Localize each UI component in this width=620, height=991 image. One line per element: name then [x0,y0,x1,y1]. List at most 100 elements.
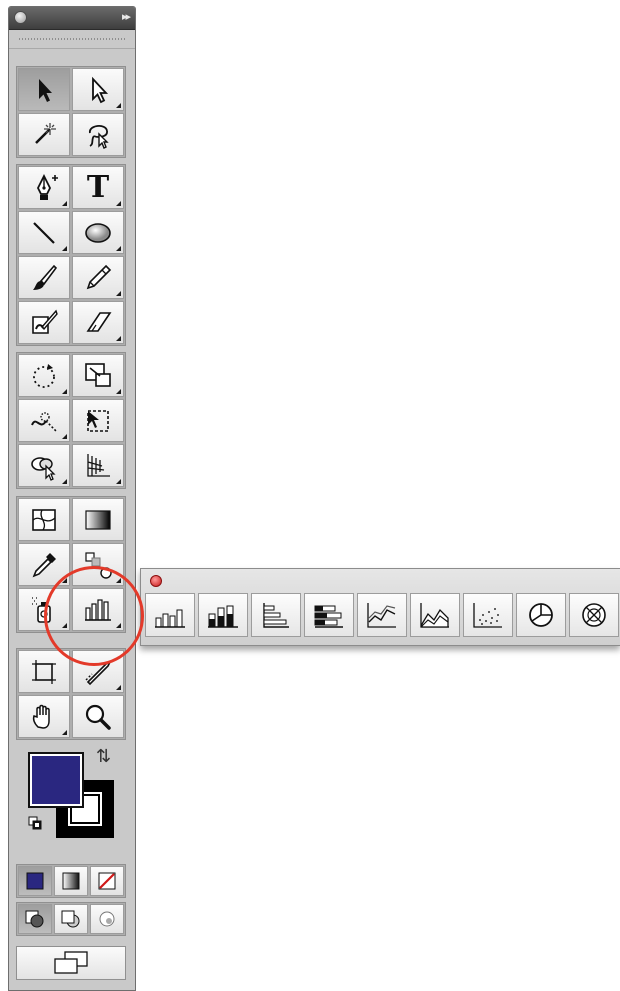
column-graph-tool-option[interactable] [145,593,195,637]
shape-builder-tool[interactable] [18,444,70,487]
gradient-icon [62,872,80,890]
free-transform-tool-icon [87,409,109,432]
free-transform-tool[interactable] [72,399,124,442]
blend-tool[interactable] [72,543,124,586]
fill-stroke-control: ⇅ [16,738,126,848]
graph-tools-flyout [140,568,620,646]
gradient-tool[interactable] [72,498,124,541]
radar-graph-icon [582,603,606,627]
ellipse-tool[interactable] [72,211,124,254]
blend-tool-icon [85,551,112,579]
blob-brush-tool-icon [32,309,58,334]
area-graph-tool-option[interactable] [410,593,460,637]
mesh-tool-icon [32,508,56,531]
line-segment-tool-icon [33,221,55,244]
fill-swatch[interactable] [28,752,84,808]
scale-tool-icon [85,362,111,387]
eyedropper-tool-icon [32,552,56,577]
column-graph-tool-icon [85,598,111,621]
tool-group-transform [16,352,126,489]
bar-graph-tool-option[interactable] [251,593,301,637]
line-graph-icon [367,603,396,628]
lasso-tool[interactable] [72,113,124,156]
draw-behind-button[interactable] [54,904,88,934]
swap-fill-stroke-icon[interactable]: ⇅ [96,746,111,767]
color-mode-bar [16,864,126,898]
slice-tool[interactable] [72,650,124,693]
expand-panel-icon[interactable]: ▸▸ [122,10,131,23]
magic-wand-tool[interactable] [18,113,70,156]
shape-builder-tool-icon [31,456,56,481]
radar-graph-tool-option[interactable] [569,593,619,637]
symbol-sprayer-tool[interactable] [18,588,70,631]
none-icon [98,872,116,890]
none-mode-button[interactable] [90,866,124,896]
selection-tool-icon [39,78,52,102]
pie-graph-tool-option[interactable] [516,593,566,637]
eraser-tool[interactable] [72,301,124,344]
hand-tool-icon [32,704,50,729]
draw-mode-bar [16,902,126,936]
screen-mode-button[interactable] [16,946,126,980]
magic-wand-tool-icon [35,122,56,144]
tool-group-drawing: T [16,164,126,346]
default-fill-stroke-icon[interactable] [28,816,42,830]
draw-inside-icon [99,911,115,927]
line-graph-tool-option[interactable] [357,593,407,637]
artboard-tool[interactable] [18,650,70,693]
draw-normal-button[interactable] [18,904,52,934]
type-tool[interactable]: T [72,166,124,209]
zoom-tool-icon [85,704,111,730]
gradient-mode-button[interactable] [54,866,88,896]
stacked-bar-graph-icon [314,605,343,628]
rotate-tool[interactable] [18,354,70,397]
slice-tool-icon [85,659,112,685]
pen-tool[interactable] [18,166,70,209]
direct-selection-tool-icon [92,76,109,103]
hand-tool[interactable] [18,695,70,738]
draw-inside-button[interactable] [90,904,124,934]
tool-group-selection [16,66,126,158]
column-graph-icon [155,609,185,628]
blob-brush-tool[interactable] [18,301,70,344]
paintbrush-tool[interactable] [18,256,70,299]
draw-behind-icon [61,910,80,928]
symbol-sprayer-tool-icon [32,596,51,623]
bar-graph-icon [263,603,289,628]
pencil-tool[interactable] [72,256,124,299]
stacked-bar-graph-tool-option[interactable] [304,593,354,637]
area-graph-icon [420,603,449,628]
stacked-column-graph-icon [208,605,238,628]
pencil-tool-icon [86,264,112,289]
zoom-tool[interactable] [72,695,124,738]
selection-tool[interactable] [18,68,70,111]
scatter-graph-icon [473,603,502,628]
eyedropper-tool[interactable] [18,543,70,586]
column-graph-tool[interactable] [72,588,124,631]
screen-mode-icon [54,951,88,974]
panel-close-button[interactable] [14,11,27,24]
flyout-close-button[interactable] [150,575,162,587]
pie-graph-icon [529,603,553,627]
warp-tool[interactable] [18,399,70,442]
rotate-tool-icon [33,363,55,388]
paintbrush-tool-icon [33,264,58,290]
scale-tool[interactable] [72,354,124,397]
mesh-tool[interactable] [18,498,70,541]
panel-title-bar[interactable]: ▸▸ [9,7,135,30]
perspective-grid-tool-icon [87,453,110,477]
panel-grip[interactable] [9,30,135,49]
draw-normal-icon [25,910,44,928]
stacked-column-graph-tool-option[interactable] [198,593,248,637]
tool-group-navigation [16,648,126,740]
perspective-grid-tool[interactable] [72,444,124,487]
direct-selection-tool[interactable] [72,68,124,111]
eraser-tool-icon [86,311,112,332]
color-mode-button[interactable] [18,866,52,896]
pen-tool-icon [36,173,58,200]
line-segment-tool[interactable] [18,211,70,254]
type-tool-icon: T [86,170,110,205]
color-icon [26,872,44,890]
scatter-graph-tool-option[interactable] [463,593,513,637]
warp-tool-icon [31,411,57,432]
